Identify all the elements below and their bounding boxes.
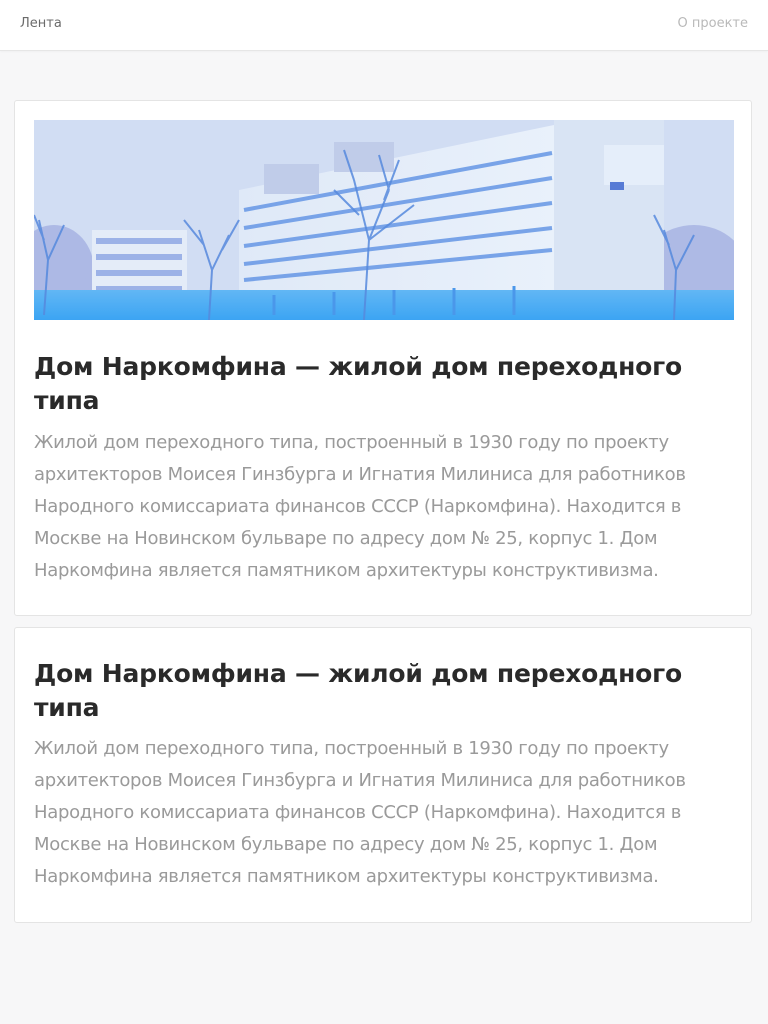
top-navigation-bar: Лента О проекте (0, 0, 768, 51)
nav-feed-link[interactable]: Лента (20, 16, 62, 32)
post-image[interactable] (34, 120, 734, 320)
post-card[interactable]: Дом Наркомфина — жилой дом переходного т… (14, 627, 752, 923)
post-excerpt: Жилой дом переходного типа, построенный … (34, 432, 686, 581)
nav-about-link[interactable]: О проекте (678, 16, 749, 32)
building-photo-icon (34, 120, 734, 320)
post-title[interactable]: Дом Наркомфина — жилой дом переходного т… (34, 657, 734, 725)
post-card[interactable]: Дом Наркомфина — жилой дом переходного т… (14, 100, 752, 616)
post-excerpt: Жилой дом переходного типа, построенный … (34, 738, 686, 887)
post-title[interactable]: Дом Наркомфина — жилой дом переходного т… (34, 350, 734, 418)
